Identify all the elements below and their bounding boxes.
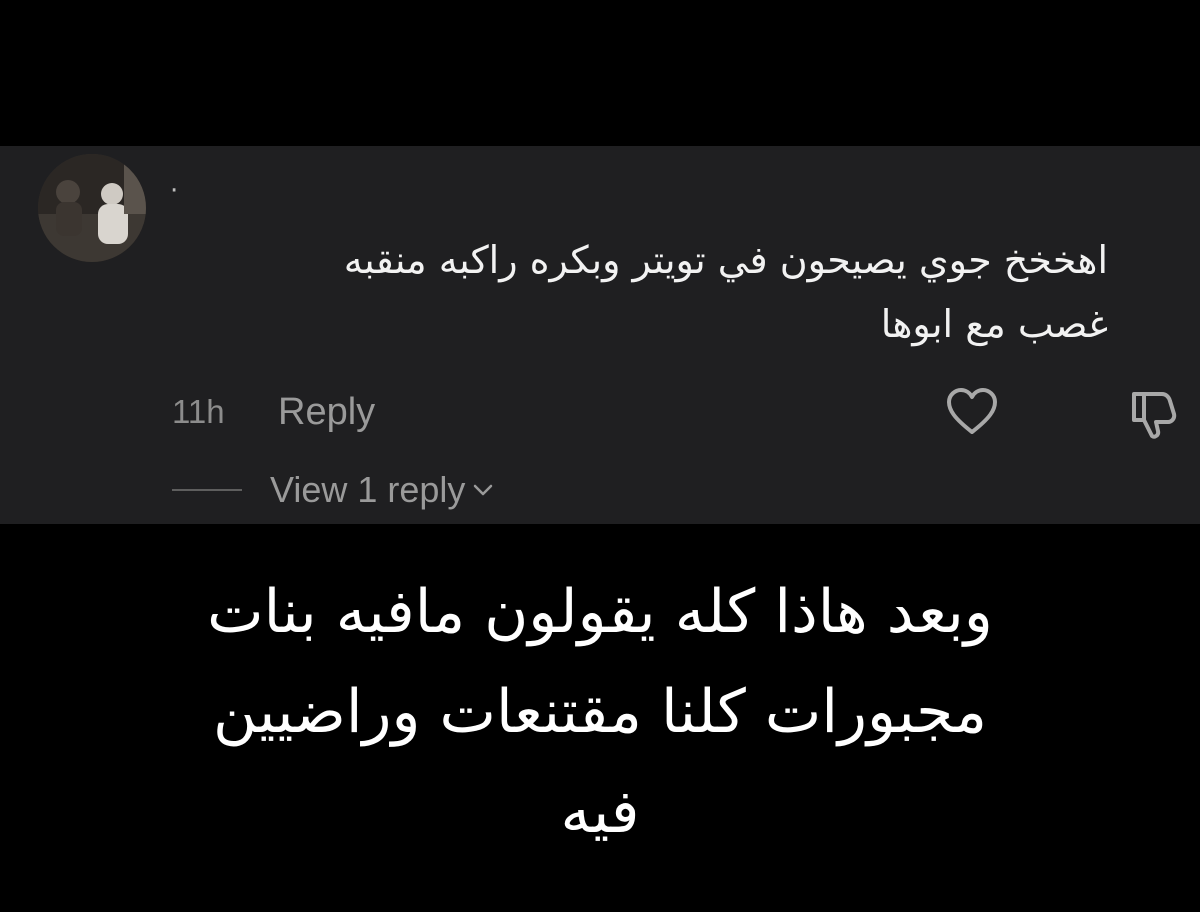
comment-timestamp: 11h: [172, 393, 225, 430]
dislike-button[interactable]: [1126, 384, 1182, 440]
like-button[interactable]: [944, 386, 1000, 438]
video-caption: وبعد هاذا كله يقولون مافيه بنات مجبورات …: [150, 562, 1050, 862]
replies-divider: [172, 489, 242, 491]
caption-line-2: مجبورات كلنا مقتنعات وراضيين: [213, 677, 987, 747]
view-replies-button[interactable]: View 1 reply: [270, 468, 495, 512]
view-replies-label: View 1 reply: [270, 469, 466, 510]
commenter-avatar[interactable]: [38, 154, 146, 262]
thumbs-down-outline-icon: [1132, 392, 1177, 439]
comment-body: اهخخخ جوي يصيحون في تويتر وبكره راكبه من…: [148, 228, 1108, 356]
chevron-down-icon: [474, 484, 493, 496]
screenshot-page: · اهخخخ جوي يصيحون في تويتر وبكره راكبه …: [0, 0, 1200, 912]
commenter-username[interactable]: ·: [170, 178, 178, 204]
avatar-photo: [38, 154, 146, 262]
caption-line-3: فيه: [560, 777, 640, 847]
comment-text-line-2: غصب مع ابوها: [880, 302, 1108, 346]
reply-button[interactable]: Reply: [278, 390, 375, 434]
comment-text-line-1: اهخخخ جوي يصيحون في تويتر وبكره راكبه من…: [343, 238, 1108, 282]
heart-outline-icon: [947, 388, 997, 434]
caption-line-1: وبعد هاذا كله يقولون مافيه بنات: [207, 577, 993, 647]
